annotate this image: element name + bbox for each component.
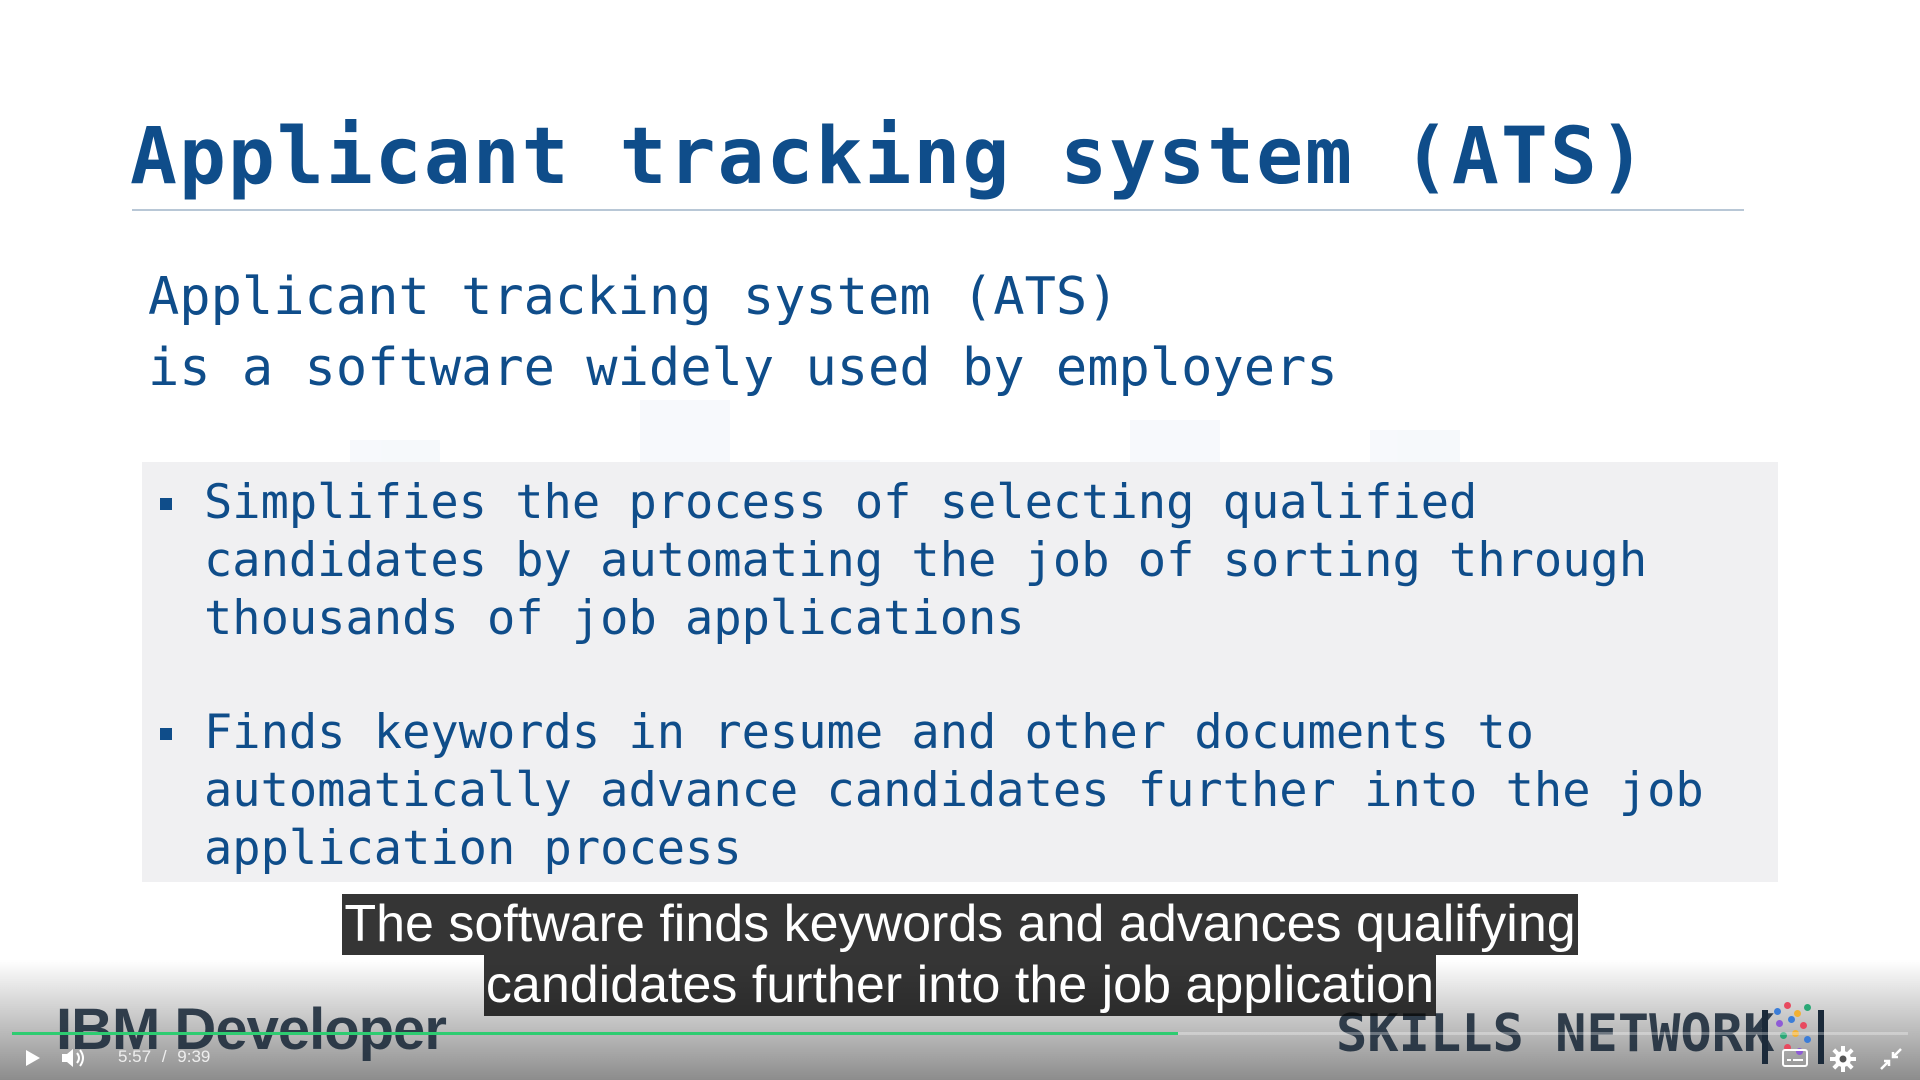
captions-icon <box>1782 1049 1808 1067</box>
duration: 9:39 <box>177 1047 211 1066</box>
play-icon <box>26 1050 40 1066</box>
title-divider <box>132 209 1744 211</box>
bullet-line: candidates by automating the job of sort… <box>204 533 1648 588</box>
time-display: 5:57 / 9:39 <box>118 1047 210 1067</box>
bullet-square-icon <box>160 498 172 510</box>
intro-line: is a software widely used by employers <box>148 338 1338 398</box>
exit-fullscreen-icon <box>1880 1048 1902 1070</box>
time-separator: / <box>161 1047 167 1066</box>
subtitle-captions: The software finds keywords and advances… <box>0 894 1920 1016</box>
bullet-square-icon <box>160 728 172 740</box>
progress-bar-fill <box>12 1032 1179 1035</box>
bullet-line: Finds keywords in resume and other docum… <box>204 705 1534 760</box>
bullet-list-box: Simplifies the process of selecting qual… <box>142 462 1778 882</box>
bullet-line: Simplifies the process of selecting qual… <box>204 475 1478 530</box>
play-button[interactable] <box>18 1044 46 1072</box>
volume-icon <box>62 1049 84 1067</box>
intro-text: Applicant tracking system (ATS) is a sof… <box>148 262 1338 404</box>
slide-title: Applicant tracking system (ATS) <box>130 112 1648 202</box>
current-time: 5:57 <box>118 1047 152 1066</box>
bullet-line: automatically advance candidates further… <box>204 763 1704 818</box>
settings-icon <box>1830 1046 1856 1072</box>
bullet-line: thousands of job applications <box>204 591 1025 646</box>
caption-line: The software finds keywords and advances… <box>342 894 1578 955</box>
captions-button[interactable] <box>1780 1044 1810 1072</box>
progress-bar[interactable] <box>12 1032 1908 1035</box>
intro-line: Applicant tracking system (ATS) <box>148 267 1119 327</box>
exit-fullscreen-button[interactable] <box>1876 1044 1906 1074</box>
settings-button[interactable] <box>1828 1044 1858 1074</box>
caption-line: candidates further into the job applicat… <box>483 955 1437 1016</box>
volume-button[interactable] <box>58 1044 90 1072</box>
bullet-line: application process <box>204 821 742 876</box>
